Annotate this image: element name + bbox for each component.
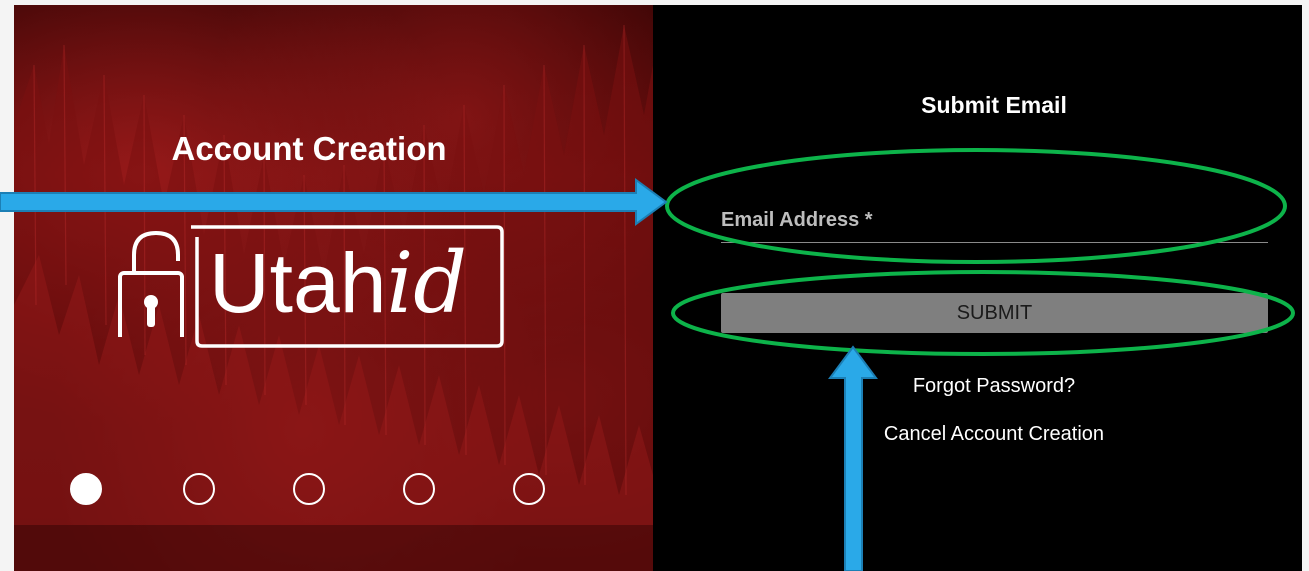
submit-button[interactable]: SUBMIT bbox=[721, 293, 1268, 333]
forgot-password-link[interactable]: Forgot Password? bbox=[653, 375, 1302, 398]
carousel-dot-1[interactable] bbox=[70, 473, 102, 505]
submit-email-title: Submit Email bbox=[921, 92, 1067, 118]
carousel-dots bbox=[70, 473, 560, 513]
logo-word-utah: Utah bbox=[209, 236, 387, 330]
utahid-logo: Utahid bbox=[116, 223, 508, 353]
account-creation-title: Account Creation bbox=[171, 130, 447, 167]
carousel-dot-5[interactable] bbox=[513, 473, 545, 505]
email-input[interactable] bbox=[721, 200, 1268, 240]
form-panel: Submit Email SUBMIT Forgot Password? Can… bbox=[653, 5, 1302, 571]
hero-panel: Account Creation Utahid bbox=[14, 5, 653, 571]
carousel-dot-4[interactable] bbox=[403, 473, 435, 505]
padlock-icon bbox=[118, 230, 184, 337]
cancel-account-creation-link[interactable]: Cancel Account Creation bbox=[653, 423, 1302, 446]
login-card: Account Creation Utahid Submit Email Ema… bbox=[14, 5, 1302, 571]
utahid-wordmark: Utahid bbox=[209, 227, 467, 339]
screenshot-stage: Account Creation Utahid Submit Email Ema… bbox=[0, 0, 1309, 571]
carousel-dot-3[interactable] bbox=[293, 473, 325, 505]
carousel-dot-2[interactable] bbox=[183, 473, 215, 505]
logo-word-id: id bbox=[386, 234, 468, 332]
email-field-wrapper bbox=[721, 200, 1268, 243]
